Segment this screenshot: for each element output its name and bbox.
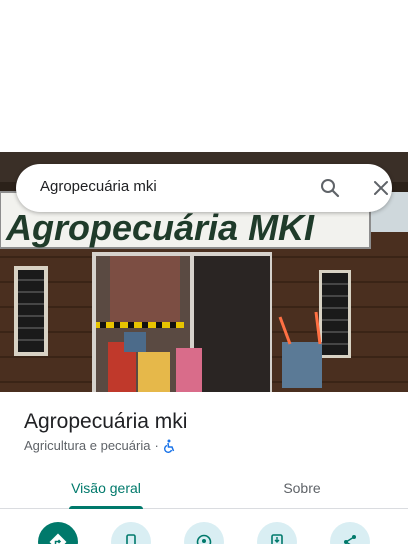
directions-button[interactable] <box>38 522 78 544</box>
tab-about[interactable]: Sobre <box>236 468 368 508</box>
tab-about-label: Sobre <box>283 480 321 496</box>
location-button[interactable] <box>184 522 224 544</box>
action-buttons-row <box>0 522 408 544</box>
wheelchair-accessible-icon <box>163 439 177 453</box>
search-input[interactable]: Agropecuária mki <box>40 178 157 195</box>
place-category: Agricultura e pecuária <box>24 438 151 453</box>
place-title: Agropecuária mki <box>24 410 188 433</box>
tab-overview[interactable]: Visão geral <box>40 468 172 509</box>
place-info-sheet: Agropecuária mki Agricultura e pecuária … <box>0 392 408 544</box>
search-bar[interactable]: Agropecuária mki <box>16 164 392 212</box>
phone-icon <box>126 534 136 544</box>
share-button[interactable] <box>330 522 370 544</box>
share-icon <box>344 535 356 544</box>
close-icon[interactable] <box>369 176 393 200</box>
call-button[interactable] <box>111 522 151 544</box>
save-to-phone-button[interactable] <box>257 522 297 544</box>
place-subtitle: Agricultura e pecuária · <box>24 438 177 453</box>
search-icon[interactable] <box>318 176 342 200</box>
save-to-phone-icon <box>271 534 283 544</box>
separator-dot: · <box>154 438 159 453</box>
place-tabs: Visão geral Sobre <box>0 468 408 509</box>
active-tab-indicator <box>69 506 143 509</box>
tab-overview-label: Visão geral <box>71 480 141 496</box>
sign-text: Agropecuária MKI <box>5 207 315 248</box>
directions-icon <box>49 533 67 544</box>
map-blank-area <box>0 0 408 152</box>
location-history-icon <box>196 534 212 544</box>
